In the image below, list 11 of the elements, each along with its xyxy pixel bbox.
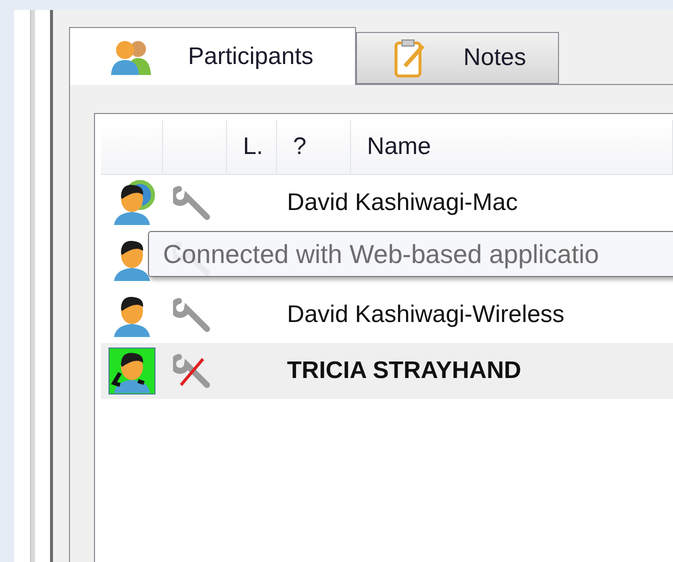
tooltip: Connected with Web-based applicatio <box>148 231 673 277</box>
notepad-icon <box>393 38 428 78</box>
participant-name: TRICIA STRAYHAND <box>287 357 522 385</box>
tab[interactable]: Participants <box>69 27 356 85</box>
column-heading[interactable]: ? <box>293 133 306 161</box>
column-heading[interactable]: Name <box>367 133 432 161</box>
column-heading[interactable]: L. <box>243 133 264 161</box>
participant-row[interactable]: TRICIA STRAYHAND <box>101 343 673 399</box>
tab[interactable]: Notes <box>356 32 560 84</box>
participant-name: David Kashiwagi-Wireless <box>287 301 564 329</box>
participant-name: David Kashiwagi-Mac <box>287 189 518 217</box>
